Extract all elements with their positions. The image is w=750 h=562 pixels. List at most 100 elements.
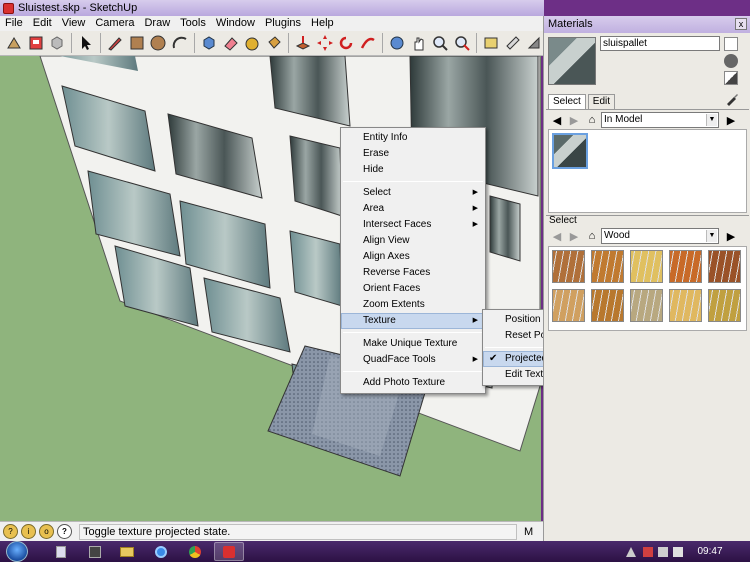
orbit-icon[interactable] — [387, 33, 407, 53]
menu-item-area[interactable]: Area ▶ — [341, 201, 485, 217]
collection-dropdown[interactable]: In Model ▼ — [601, 112, 719, 128]
wood-material-swatch[interactable] — [669, 250, 702, 283]
toolbar-separator — [475, 33, 477, 53]
menu-item-zoom-extents[interactable]: Zoom Extents — [341, 297, 485, 313]
menu-separator — [343, 371, 483, 372]
wood-material-swatch[interactable] — [591, 289, 624, 322]
home-icon[interactable]: ⌂ — [585, 113, 599, 127]
tab-edit[interactable]: Edit — [587, 94, 616, 109]
tape-measure-icon[interactable] — [242, 33, 262, 53]
zoom-extents-icon[interactable] — [452, 33, 472, 53]
wood-material-swatch[interactable] — [591, 250, 624, 283]
start-button-icon[interactable] — [6, 541, 28, 562]
close-icon[interactable]: x — [735, 18, 747, 30]
component-icon[interactable] — [48, 33, 68, 53]
menu-item-label: Select — [363, 187, 391, 198]
previous-view-icon[interactable] — [481, 33, 501, 53]
taskbar-clock[interactable]: 09:47 — [688, 541, 732, 562]
status-bar: ? i o ? Toggle texture projected state. … — [0, 521, 544, 541]
display-secondary-icon[interactable] — [724, 37, 738, 51]
back-arrow-icon[interactable]: ◀ — [550, 113, 564, 127]
menu-item-texture[interactable]: Texture ▶ — [341, 313, 485, 329]
zoom-icon[interactable] — [430, 33, 450, 53]
forward-arrow-icon[interactable]: ▶ — [567, 229, 581, 243]
menu-help[interactable]: Help — [306, 16, 339, 31]
menu-item-hide[interactable]: Hide — [341, 162, 485, 178]
material-thumbnail[interactable] — [552, 133, 588, 169]
rotate-icon[interactable] — [336, 33, 356, 53]
arc-icon[interactable] — [170, 33, 190, 53]
menu-item-orient-faces[interactable]: Orient Faces — [341, 281, 485, 297]
wood-material-swatch[interactable] — [708, 289, 741, 322]
details-arrow-icon[interactable]: ▶ — [724, 113, 738, 127]
follow-me-icon[interactable] — [358, 33, 378, 53]
taskbar-explorer-icon[interactable] — [46, 542, 76, 561]
sample-paint-icon[interactable] — [725, 92, 739, 106]
taskbar-folder-icon[interactable] — [112, 542, 142, 561]
menu-item-align-view[interactable]: Align View — [341, 233, 485, 249]
make-component-icon[interactable] — [199, 33, 219, 53]
wood-material-swatch[interactable] — [552, 289, 585, 322]
pencil-icon[interactable] — [105, 33, 125, 53]
taskbar-sketchup-icon[interactable] — [214, 542, 244, 561]
menu-camera[interactable]: Camera — [90, 16, 139, 31]
rectangle-icon[interactable] — [127, 33, 147, 53]
current-material-preview — [548, 37, 596, 85]
move-icon[interactable] — [315, 33, 335, 53]
home-icon[interactable]: ⌂ — [585, 229, 599, 243]
menu-item-align-axes[interactable]: Align Axes — [341, 249, 485, 265]
menu-edit[interactable]: Edit — [28, 16, 57, 31]
menu-item-quadface-tools[interactable]: QuadFace Tools ▶ — [341, 352, 485, 368]
eraser-icon[interactable] — [221, 33, 241, 53]
menu-item-select[interactable]: Select ▶ — [341, 185, 485, 201]
materials-panel: Materials x sluispallet Select Edit ◀ ▶ … — [543, 16, 750, 541]
create-material-icon[interactable] — [724, 54, 738, 68]
help-icon[interactable]: ? — [57, 524, 72, 539]
menu-item-label: QuadFace Tools — [363, 354, 436, 365]
forward-arrow-icon[interactable]: ▶ — [567, 113, 581, 127]
tray-up-arrow-icon[interactable] — [626, 547, 636, 557]
menu-item-make-unique-texture[interactable]: Make Unique Texture — [341, 336, 485, 352]
library-dropdown[interactable]: Wood ▼ — [601, 228, 719, 244]
geo-location-icon[interactable]: ? — [3, 524, 18, 539]
default-material-icon[interactable] — [724, 71, 738, 85]
tray-volume-icon[interactable] — [673, 547, 683, 557]
tray-network-icon[interactable] — [658, 547, 668, 557]
circle-icon[interactable] — [148, 33, 168, 53]
select-arrow-icon[interactable] — [76, 33, 96, 53]
menu-item-erase[interactable]: Erase — [341, 146, 485, 162]
menu-plugins[interactable]: Plugins — [260, 16, 306, 31]
taskbar-ie-icon[interactable] — [146, 542, 176, 561]
push-pull-icon[interactable] — [293, 33, 313, 53]
material-name-field[interactable]: sluispallet — [600, 36, 720, 51]
menu-item-intersect-faces[interactable]: Intersect Faces ▶ — [341, 217, 485, 233]
menu-tools[interactable]: Tools — [175, 16, 211, 31]
pan-hand-icon[interactable] — [409, 33, 429, 53]
tab-select[interactable]: Select — [548, 94, 586, 109]
taskbar-app-icon[interactable] — [80, 542, 110, 561]
styles-icon[interactable] — [524, 33, 544, 53]
wood-material-swatch[interactable] — [669, 289, 702, 322]
section-plane-icon[interactable] — [503, 33, 523, 53]
details-arrow-icon[interactable]: ▶ — [724, 229, 738, 243]
get-started-icon[interactable] — [4, 33, 24, 53]
back-arrow-icon[interactable]: ◀ — [550, 229, 564, 243]
menu-item-entity-info[interactable]: Entity Info — [341, 130, 485, 146]
paint-bucket-icon[interactable] — [264, 33, 284, 53]
menu-view[interactable]: View — [57, 16, 91, 31]
tray-flag-icon[interactable] — [643, 547, 653, 557]
wood-material-swatch[interactable] — [630, 289, 663, 322]
menu-item-add-photo-texture[interactable]: Add Photo Texture — [341, 375, 485, 391]
menu-item-reverse-faces[interactable]: Reverse Faces — [341, 265, 485, 281]
menu-window[interactable]: Window — [211, 16, 260, 31]
wood-material-swatch[interactable] — [630, 250, 663, 283]
taskbar-chrome-icon[interactable] — [180, 542, 210, 561]
menu-file[interactable]: File — [0, 16, 28, 31]
wood-material-swatch[interactable] — [552, 250, 585, 283]
user-icon[interactable]: o — [39, 524, 54, 539]
model-info-icon[interactable] — [26, 33, 46, 53]
menu-item-label: Position — [505, 314, 541, 325]
credits-icon[interactable]: i — [21, 524, 36, 539]
menu-draw[interactable]: Draw — [139, 16, 175, 31]
wood-material-swatch[interactable] — [708, 250, 741, 283]
